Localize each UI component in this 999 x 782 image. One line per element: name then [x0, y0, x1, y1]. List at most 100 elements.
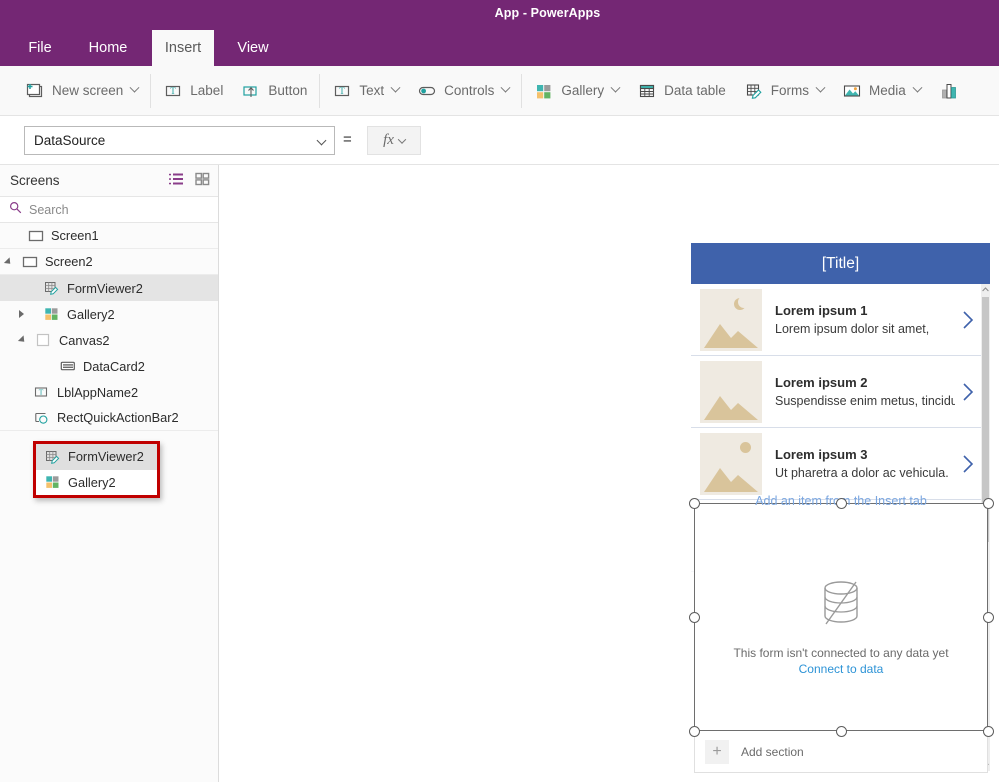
gallery-icon	[44, 306, 60, 322]
text-button[interactable]: T Text	[323, 71, 408, 111]
charts-button[interactable]	[930, 71, 970, 111]
gallery-row-subtitle: Ut pharetra a dolor ac vehicula.	[775, 466, 949, 480]
gallery-row[interactable]: Lorem ipsum 2 Suspendisse enim metus, ti…	[691, 356, 981, 428]
resize-handle-middle-right[interactable]	[983, 612, 994, 623]
ribbon-group-data: Gallery Data table Forms Media	[525, 70, 969, 112]
fx-button[interactable]: fx	[367, 126, 421, 155]
app-canvas: [Title] Lorem ipsum 1 Lorem ipsum dolor …	[219, 165, 999, 782]
chevron-right-icon[interactable]	[955, 310, 981, 330]
controls-button[interactable]: Controls	[408, 71, 518, 111]
gallery-row[interactable]: Lorem ipsum 1 Lorem ipsum dolor sit amet…	[691, 284, 981, 356]
chevron-down-icon[interactable]	[500, 82, 511, 93]
twisty-placeholder	[18, 231, 28, 241]
ribbon-toolbar: New screen T Label Button T Text Control…	[0, 66, 999, 116]
tree-item-rectquickactionbar2[interactable]: RectQuickActionBar2	[0, 405, 218, 431]
tab-file[interactable]: File	[16, 30, 64, 66]
form-icon	[45, 449, 61, 465]
equals-sign: =	[343, 131, 352, 148]
gallery-row[interactable]: Lorem ipsum 3 Ut pharetra a dolor ac veh…	[691, 428, 981, 500]
expand-twisty-icon[interactable]	[18, 309, 28, 319]
menu-bar: File Home Insert View	[0, 30, 999, 66]
annotated-item-formviewer2[interactable]: FormViewer2	[36, 444, 157, 470]
forms-button[interactable]: Forms	[735, 71, 833, 111]
gallery-row-text: Lorem ipsum 2 Suspendisse enim metus, ti…	[775, 375, 955, 408]
tree-item-datacard2[interactable]: DataCard2	[0, 353, 218, 379]
connect-to-data-link[interactable]: Connect to data	[799, 662, 884, 676]
expand-twisty-icon[interactable]	[20, 335, 30, 345]
resize-handle-bottom-right[interactable]	[983, 726, 994, 737]
form-empty-state: This form isn't connected to any data ye…	[695, 576, 987, 676]
shape-icon	[34, 410, 50, 426]
chevron-down-icon[interactable]	[129, 82, 140, 93]
search-row[interactable]	[0, 197, 218, 223]
ribbon-group-controls: T Label Button	[154, 70, 316, 112]
form-empty-message: This form isn't connected to any data ye…	[733, 646, 949, 660]
tree-view-icon[interactable]	[168, 172, 184, 186]
form-icon	[44, 280, 60, 296]
ribbon-divider	[319, 73, 321, 108]
search-input[interactable]	[29, 202, 199, 217]
tree-item-formviewer2[interactable]: FormViewer2	[0, 275, 218, 301]
media-button[interactable]: Media	[833, 71, 930, 111]
tree-item-canvas2[interactable]: Canvas2	[0, 327, 218, 353]
tree-item-lblappname2[interactable]: T LblAppName2	[0, 379, 218, 405]
expand-twisty-icon[interactable]	[6, 257, 16, 267]
tree-item-label: DataCard2	[83, 358, 145, 374]
formula-input[interactable]	[421, 126, 999, 155]
text-button-label: Text	[359, 83, 385, 98]
fx-icon: fx	[383, 132, 394, 148]
tree-item-screen2[interactable]: Screen2	[0, 249, 218, 275]
property-selector-value: DataSource	[34, 133, 106, 148]
tab-insert[interactable]: Insert	[152, 30, 214, 66]
chevron-down-icon[interactable]	[397, 134, 407, 144]
resize-handle-bottom-center[interactable]	[836, 726, 847, 737]
chevron-down-icon[interactable]	[912, 82, 923, 93]
panel-title: Screens	[10, 173, 60, 188]
scroll-up-icon[interactable]	[981, 284, 990, 295]
button-icon	[241, 81, 261, 101]
tree-item-screen1[interactable]: Screen1	[0, 223, 218, 249]
annotated-item-gallery2[interactable]: Gallery2	[36, 470, 157, 496]
form-viewer-control[interactable]: Add an item from the Insert tab This for…	[694, 494, 988, 731]
plus-icon[interactable]: +	[705, 739, 729, 764]
resize-handle-top-center[interactable]	[836, 498, 847, 509]
gallery-row-title: Lorem ipsum 3	[775, 447, 868, 462]
data-table-button-label: Data table	[664, 83, 726, 98]
new-screen-button[interactable]: New screen	[16, 71, 147, 111]
button-button[interactable]: Button	[232, 71, 316, 111]
database-disconnected-icon	[814, 576, 868, 635]
svg-text:T: T	[39, 388, 44, 397]
chevron-down-icon[interactable]	[610, 82, 621, 93]
chevron-down-icon[interactable]	[390, 82, 401, 93]
data-table-button[interactable]: Data table	[628, 71, 735, 111]
image-placeholder-icon	[700, 360, 762, 423]
button-button-label: Button	[268, 83, 308, 98]
chevron-right-icon[interactable]	[955, 454, 981, 474]
gallery-row-text: Lorem ipsum 3 Ut pharetra a dolor ac veh…	[775, 447, 955, 480]
gallery-button[interactable]: Gallery	[525, 71, 628, 111]
screens-panel-header: Screens	[0, 165, 218, 197]
resize-handle-bottom-left[interactable]	[689, 726, 700, 737]
property-selector[interactable]: DataSource	[24, 126, 335, 155]
tree-item-gallery2[interactable]: Gallery2	[0, 301, 218, 327]
label-button[interactable]: T Label	[154, 71, 232, 111]
search-icon	[9, 201, 22, 219]
chevron-down-icon[interactable]	[316, 135, 327, 146]
add-section-label: Add section	[741, 744, 804, 759]
add-section-bar[interactable]: + Add section	[694, 731, 988, 773]
thumbnail-view-icon[interactable]	[195, 172, 210, 186]
chevron-right-icon[interactable]	[955, 382, 981, 402]
tree-item-label: RectQuickActionBar2	[57, 410, 179, 425]
image-placeholder-icon	[700, 432, 762, 495]
tab-view[interactable]: View	[224, 30, 282, 66]
gallery-icon	[534, 81, 554, 101]
gallery-row-text: Lorem ipsum 1 Lorem ipsum dolor sit amet…	[775, 303, 955, 336]
tree-item-label: Gallery2	[68, 474, 116, 490]
resize-handle-top-right[interactable]	[983, 498, 994, 509]
resize-handle-middle-left[interactable]	[689, 612, 700, 623]
moon-shape	[738, 295, 750, 308]
charts-icon	[939, 81, 959, 101]
chevron-down-icon[interactable]	[815, 82, 826, 93]
resize-handle-top-left[interactable]	[689, 498, 700, 509]
tab-home[interactable]: Home	[74, 30, 142, 66]
